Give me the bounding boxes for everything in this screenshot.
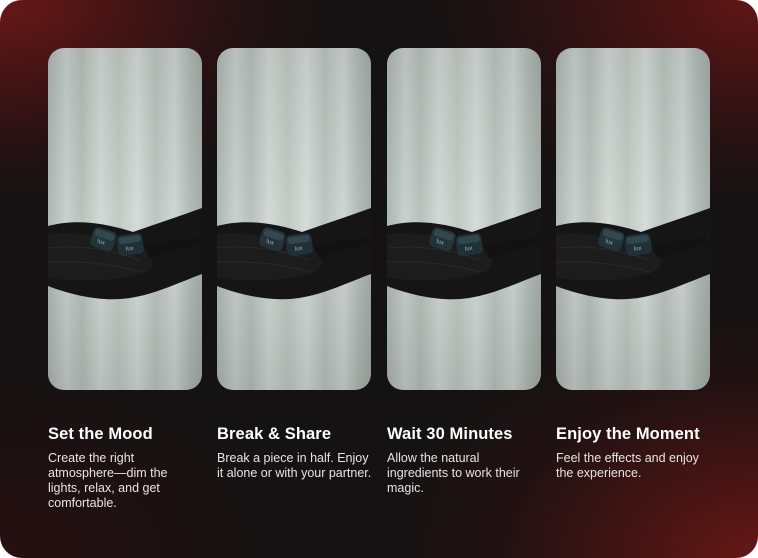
step-2: Break & Share Break a piece in half. Enj… xyxy=(217,424,379,481)
step-title: Break & Share xyxy=(217,425,332,443)
step-2-photo: lux lux xyxy=(217,48,371,390)
how-to-use-section: lux lux lux lux lux lux lux lux Set the … xyxy=(0,0,758,558)
step-1-photo: lux lux xyxy=(48,48,202,390)
step-3-photo: lux lux xyxy=(387,48,541,390)
step-1: Set the Mood Create the right atmosphere… xyxy=(48,424,210,511)
svg-text:lux: lux xyxy=(126,246,134,253)
step-title: Enjoy the Moment xyxy=(556,425,700,443)
hand-holding-chocolate-image: lux lux xyxy=(217,48,371,390)
step-description: Allow the natural ingredients to work th… xyxy=(387,451,520,495)
step-description: Create the right atmosphere—dim the ligh… xyxy=(48,451,168,510)
step-4: Enjoy the Moment Feel the effects and en… xyxy=(556,424,718,481)
step-4-photo: lux lux xyxy=(556,48,710,390)
hand-holding-chocolate-image: lux lux xyxy=(48,48,202,390)
hand-holding-chocolate-image: lux lux xyxy=(556,48,710,390)
svg-text:lux: lux xyxy=(295,246,303,253)
step-description: Break a piece in half. Enjoy it alone or… xyxy=(217,451,372,480)
step-title: Set the Mood xyxy=(48,425,153,443)
step-title: Wait 30 Minutes xyxy=(387,425,513,443)
hand-holding-chocolate-image: lux lux xyxy=(387,48,541,390)
svg-text:lux: lux xyxy=(634,246,642,253)
svg-text:lux: lux xyxy=(465,246,473,253)
step-3: Wait 30 Minutes Allow the natural ingred… xyxy=(387,424,549,496)
step-description: Feel the effects and enjoy the experienc… xyxy=(556,451,699,480)
